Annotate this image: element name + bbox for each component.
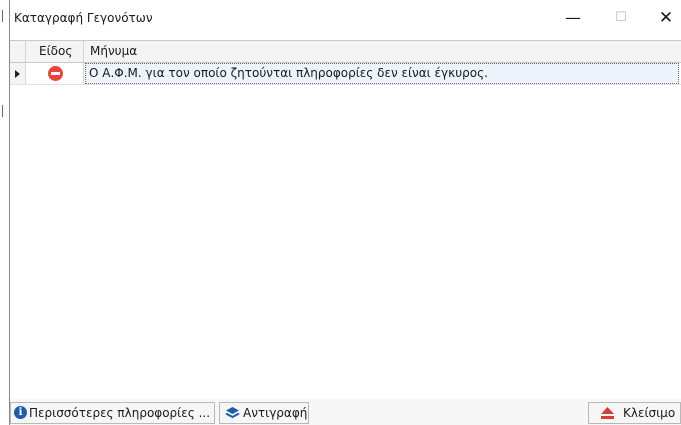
button-bar: i Περισσότερες πληροφορίες ... Αντιγραφή… bbox=[10, 399, 681, 425]
type-cell[interactable] bbox=[26, 63, 84, 84]
current-row-arrow-icon bbox=[15, 70, 20, 78]
copy-label: Αντιγραφή bbox=[243, 406, 308, 420]
eject-icon bbox=[601, 407, 614, 419]
row-indicator[interactable] bbox=[10, 63, 26, 84]
layers-icon bbox=[225, 407, 240, 419]
events-grid[interactable]: Είδος Μήνυμα Ο Α.Φ.Μ. για τον οποίο ζητο… bbox=[10, 40, 681, 400]
maximize-button[interactable]: ☐ bbox=[598, 0, 644, 38]
info-icon: i bbox=[14, 406, 27, 419]
background-window-tick bbox=[2, 10, 7, 22]
message-cell[interactable]: Ο Α.Φ.Μ. για τον οποίο ζητούνται πληροφο… bbox=[85, 63, 679, 84]
close-button[interactable]: Κλείσιμο bbox=[588, 402, 681, 424]
more-info-button[interactable]: i Περισσότερες πληροφορίες ... bbox=[10, 402, 215, 424]
row-indicator-header bbox=[10, 41, 26, 62]
stop-icon bbox=[48, 66, 63, 81]
event-log-window: Καταγραφή Γεγονότων — ☐ ✕ Είδος Μήνυμα Ο… bbox=[10, 0, 681, 425]
background-window-edge bbox=[0, 0, 10, 425]
title-bar[interactable]: Καταγραφή Γεγονότων — ☐ ✕ bbox=[10, 0, 681, 38]
grid-header: Είδος Μήνυμα bbox=[10, 41, 681, 63]
column-header-message[interactable]: Μήνυμα bbox=[84, 41, 681, 62]
column-header-type[interactable]: Είδος bbox=[26, 41, 84, 62]
close-label: Κλείσιμο bbox=[623, 406, 676, 420]
minimize-button[interactable]: — bbox=[550, 0, 596, 38]
window-title: Καταγραφή Γεγονότων bbox=[14, 11, 153, 25]
more-info-label: Περισσότερες πληροφορίες ... bbox=[29, 406, 211, 420]
table-row[interactable]: Ο Α.Φ.Μ. για τον οποίο ζητούνται πληροφο… bbox=[10, 63, 681, 85]
close-window-button[interactable]: ✕ bbox=[643, 0, 681, 38]
background-window-tick bbox=[2, 105, 7, 117]
copy-button[interactable]: Αντιγραφή bbox=[219, 402, 309, 424]
